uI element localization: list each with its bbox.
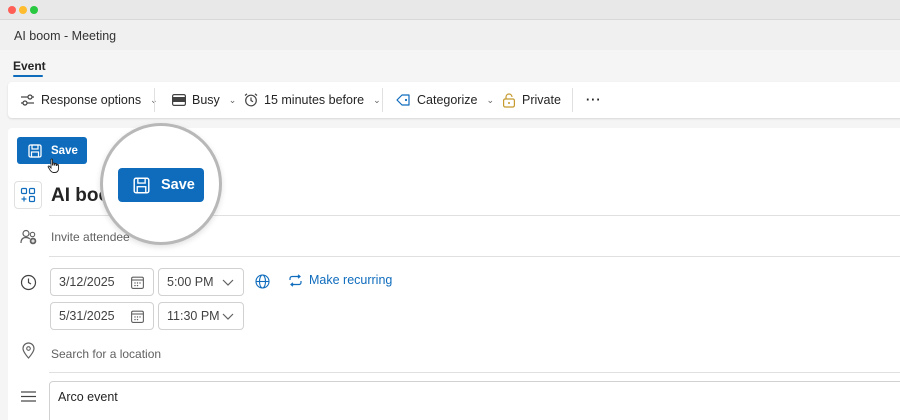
hand-cursor-icon bbox=[47, 158, 59, 173]
maximize-window-button[interactable] bbox=[30, 6, 38, 14]
save-icon bbox=[133, 176, 150, 194]
save-icon bbox=[28, 143, 42, 158]
divider bbox=[49, 256, 900, 257]
private-toggle[interactable]: Private bbox=[502, 82, 561, 118]
app-header: AI boom - Meeting bbox=[0, 20, 900, 50]
calendar-icon bbox=[131, 276, 144, 289]
window-titlebar bbox=[0, 0, 900, 20]
end-time-value: 11:30 PM bbox=[167, 309, 220, 323]
save-button-label: Save bbox=[51, 144, 78, 157]
invite-attendees-input[interactable]: Invite attendee bbox=[51, 230, 130, 244]
show-as-dropdown[interactable]: Busy ⌄ bbox=[172, 82, 236, 118]
event-body-editor[interactable]: Arco event bbox=[49, 381, 900, 420]
response-options-button[interactable]: Response options ⌄ bbox=[20, 82, 158, 118]
zoomed-save-button: Save bbox=[118, 168, 204, 202]
lock-icon bbox=[503, 92, 516, 108]
location-input[interactable]: Search for a location bbox=[51, 347, 161, 361]
event-body-text: Arco event bbox=[58, 390, 118, 404]
chevron-down-icon bbox=[222, 313, 234, 320]
clock-icon bbox=[20, 274, 37, 291]
categorize-dropdown[interactable]: Categorize ⌄ bbox=[396, 82, 494, 118]
show-as-label: Busy bbox=[192, 93, 220, 107]
more-options-icon: ··· bbox=[586, 93, 602, 107]
tab-event[interactable]: Event bbox=[13, 59, 46, 73]
window-title: AI boom - Meeting bbox=[14, 29, 117, 43]
minimize-window-button[interactable] bbox=[19, 6, 27, 14]
make-recurring-label: Make recurring bbox=[309, 273, 393, 287]
start-date-value: 3/12/2025 bbox=[59, 275, 115, 289]
chevron-down-icon: ⌄ bbox=[373, 94, 381, 105]
divider bbox=[49, 372, 900, 373]
toolbar-divider bbox=[154, 88, 155, 112]
ribbon-tabs: Event bbox=[0, 50, 900, 80]
chevron-down-icon: ⌄ bbox=[228, 94, 237, 105]
add-people-icon bbox=[20, 229, 37, 245]
response-options-label: Response options bbox=[41, 93, 142, 107]
private-label: Private bbox=[522, 93, 561, 107]
active-tab-indicator bbox=[13, 75, 43, 77]
repeat-icon bbox=[289, 273, 302, 287]
zoomed-save-label: Save bbox=[161, 177, 195, 193]
categorize-label: Categorize bbox=[417, 93, 478, 107]
chevron-down-icon bbox=[222, 279, 234, 286]
ribbon-toolbar: Response options ⌄ Busy ⌄ 15 minutes bef… bbox=[8, 82, 900, 118]
end-time-dropdown[interactable]: 11:30 PM bbox=[158, 302, 244, 330]
event-type-icon bbox=[20, 187, 36, 203]
chevron-down-icon: ⌄ bbox=[486, 94, 494, 105]
more-options-button[interactable]: ··· bbox=[586, 82, 602, 118]
alarm-clock-icon bbox=[244, 93, 258, 107]
reminder-label: 15 minutes before bbox=[264, 93, 365, 107]
make-recurring-button[interactable]: Make recurring bbox=[288, 273, 392, 287]
start-time-dropdown[interactable]: 5:00 PM bbox=[158, 268, 244, 296]
end-date-value: 5/31/2025 bbox=[59, 309, 115, 323]
start-date-picker[interactable]: 3/12/2025 bbox=[50, 268, 154, 296]
end-date-picker[interactable]: 5/31/2025 bbox=[50, 302, 154, 330]
globe-icon[interactable] bbox=[255, 274, 270, 289]
title-row-icon[interactable] bbox=[14, 181, 42, 209]
tag-icon bbox=[396, 94, 410, 106]
text-lines-icon bbox=[21, 391, 36, 402]
start-time-value: 5:00 PM bbox=[167, 275, 214, 289]
busy-status-icon bbox=[172, 94, 186, 106]
sliders-icon bbox=[21, 94, 34, 106]
location-pin-icon bbox=[22, 342, 35, 359]
close-window-button[interactable] bbox=[8, 6, 16, 14]
calendar-icon bbox=[131, 310, 144, 323]
reminder-dropdown[interactable]: 15 minutes before ⌄ bbox=[244, 82, 381, 118]
toolbar-divider bbox=[382, 88, 383, 112]
toolbar-divider bbox=[572, 88, 573, 112]
